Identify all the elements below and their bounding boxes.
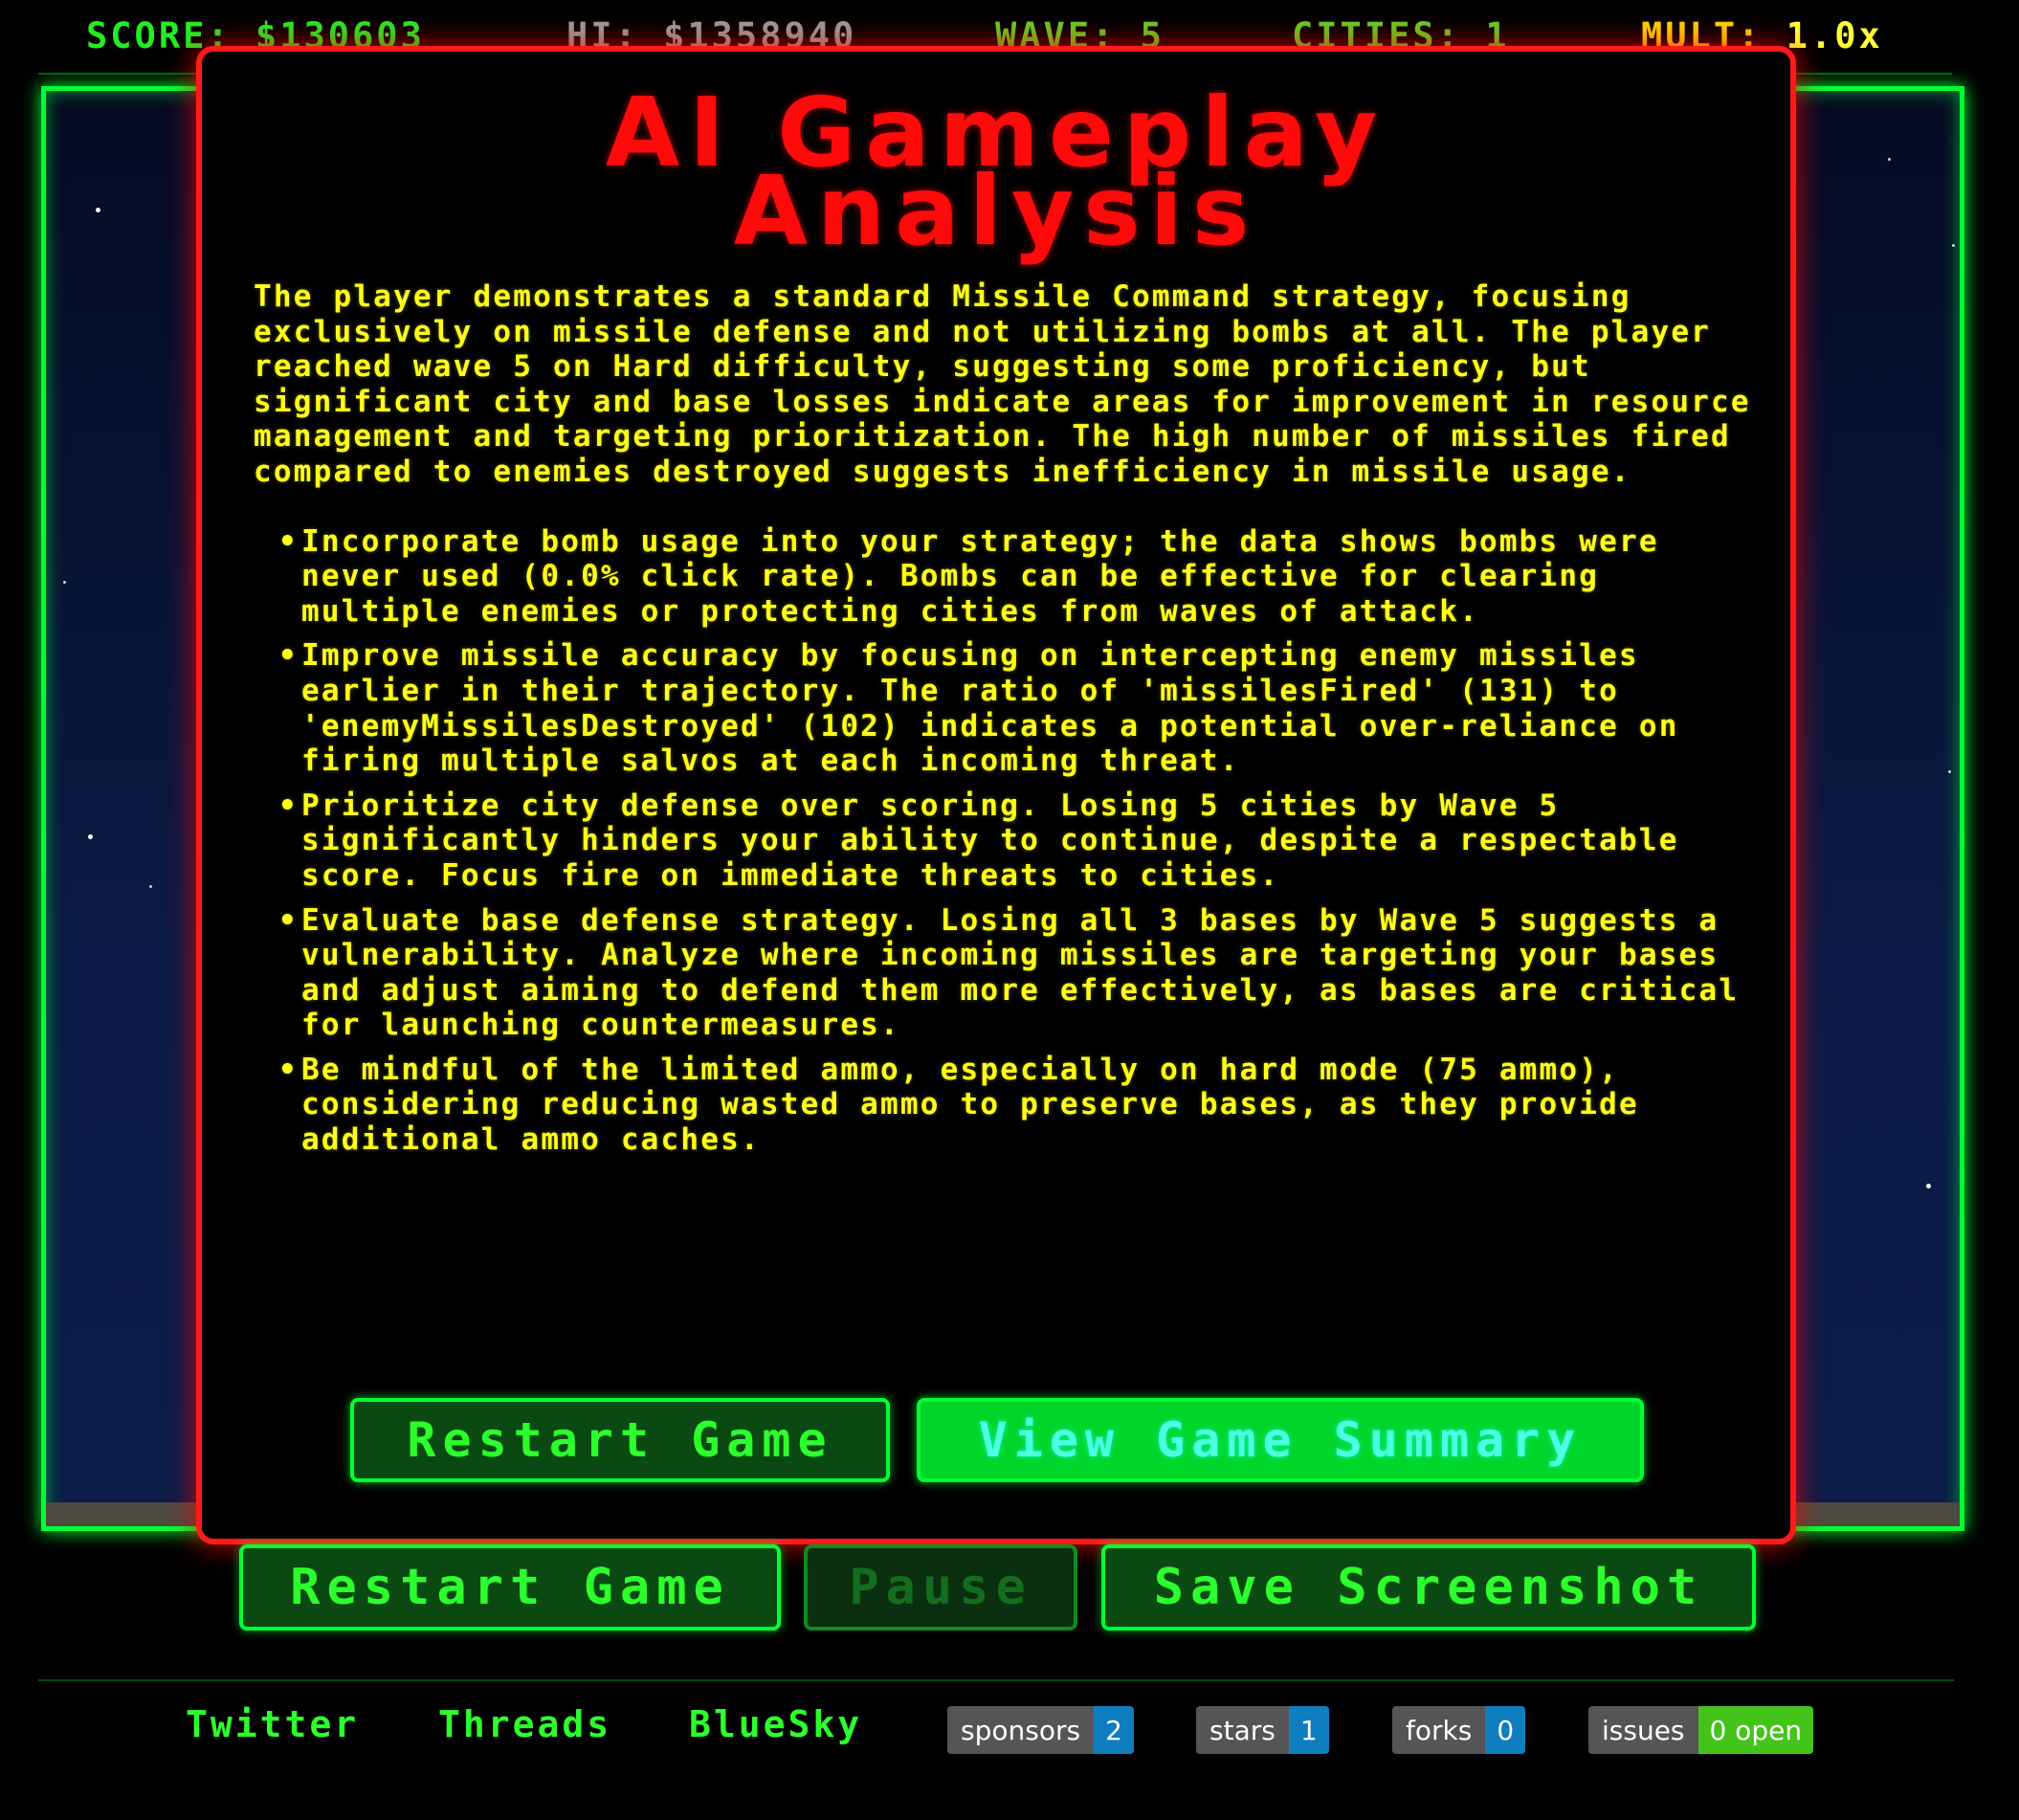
pause-button[interactable]: Pause [804, 1544, 1077, 1631]
badge-label: stars [1196, 1706, 1289, 1754]
tip-item: Evaluate base defense strategy. Losing a… [278, 903, 1756, 1043]
tip-item: Improve missile accuracy by focusing on … [278, 638, 1756, 778]
modal-restart-button[interactable]: Restart Game [350, 1398, 890, 1482]
view-summary-button[interactable]: View Game Summary [917, 1398, 1644, 1482]
modal-title: AI Gameplay Analysis [202, 85, 1790, 267]
tip-item: Be mindful of the limited ammo, especial… [278, 1053, 1756, 1158]
star [1952, 244, 1955, 247]
issues-badge[interactable]: issues 0 open [1588, 1706, 1814, 1754]
star [1948, 770, 1951, 773]
badge-label: issues [1588, 1706, 1698, 1754]
twitter-link[interactable]: Twitter [186, 1703, 359, 1745]
badge-label: sponsors [947, 1706, 1095, 1754]
star [96, 208, 100, 212]
badge-value: 0 [1485, 1706, 1526, 1754]
analysis-summary: The player demonstrates a standard Missi… [254, 279, 1751, 489]
threads-link[interactable]: Threads [438, 1703, 611, 1745]
star [1926, 1184, 1931, 1188]
stars-badge[interactable]: stars 1 [1196, 1706, 1329, 1754]
badge-value: 1 [1288, 1706, 1329, 1754]
badge-value: 2 [1094, 1706, 1134, 1754]
tips-list: Incorporate bomb usage into your strateg… [254, 524, 1756, 1158]
badge-label: forks [1392, 1706, 1486, 1754]
bluesky-link[interactable]: BlueSky [689, 1703, 862, 1745]
ai-analysis-modal: AI Gameplay Analysis The player demonstr… [196, 46, 1796, 1544]
multiplier-value: 1.0x [1786, 15, 1883, 56]
tip-item: Prioritize city defense over scoring. Lo… [278, 788, 1756, 894]
forks-badge[interactable]: forks 0 [1392, 1706, 1526, 1754]
star [63, 581, 66, 584]
restart-game-button[interactable]: Restart Game [239, 1544, 781, 1631]
tip-item: Incorporate bomb usage into your strateg… [278, 524, 1756, 630]
badge-value: 0 open [1697, 1706, 1814, 1754]
save-screenshot-button[interactable]: Save Screenshot [1101, 1544, 1756, 1631]
star [1888, 158, 1891, 161]
star [88, 834, 93, 839]
analysis-body: The player demonstrates a standard Missi… [254, 279, 1756, 1167]
footer-divider [38, 1679, 1954, 1681]
sponsors-badge[interactable]: sponsors 2 [947, 1706, 1134, 1754]
modal-title-line-2: Analysis [733, 155, 1259, 267]
star [149, 885, 152, 888]
